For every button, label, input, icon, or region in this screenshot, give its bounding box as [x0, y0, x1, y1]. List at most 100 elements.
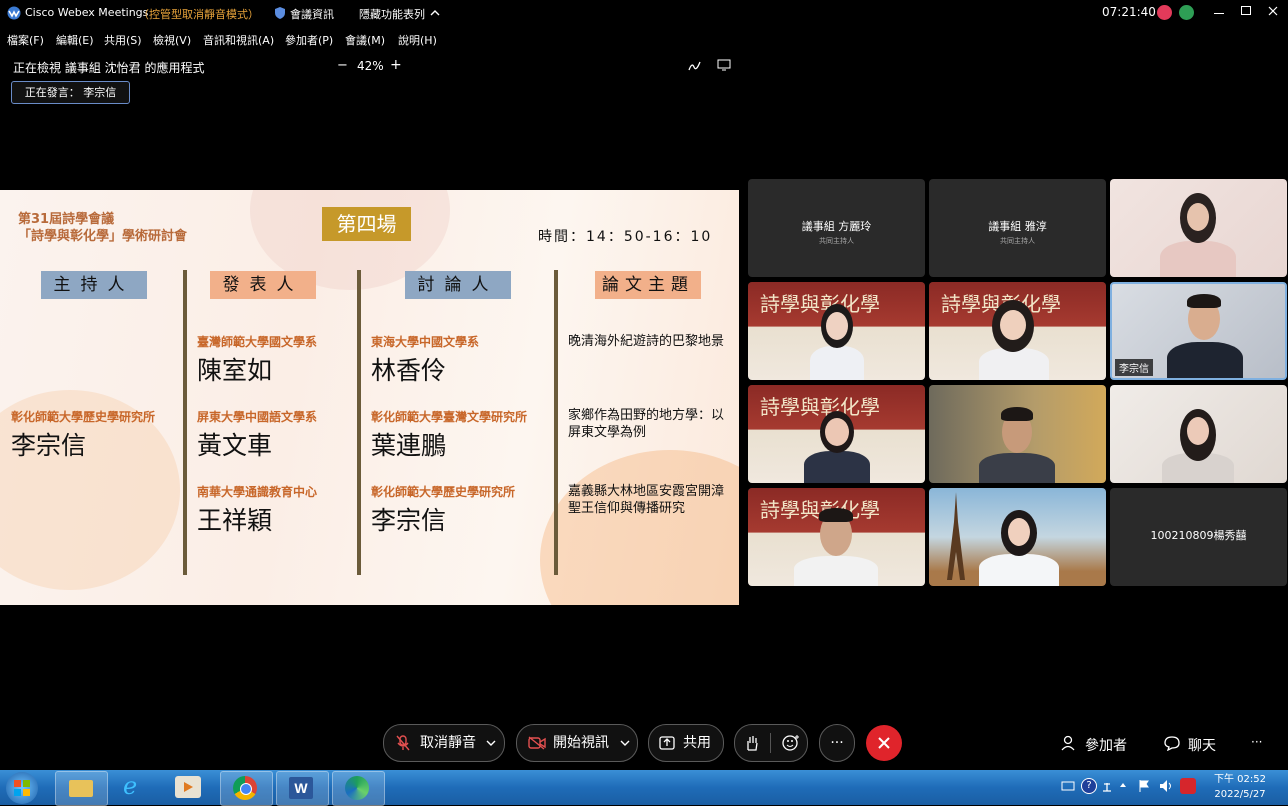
title-bar: Cisco Webex Meetings （控管型取消靜音模式） 會議資訊 隱藏…	[0, 0, 1288, 26]
menu-edit[interactable]: 編輯(E)	[56, 32, 94, 48]
overflow-menu-button[interactable]: ···	[1251, 735, 1262, 749]
zoom-out-button[interactable]: −	[337, 58, 348, 73]
person-figure	[825, 418, 849, 446]
screen-icon[interactable]	[717, 59, 731, 71]
participant-video-tile[interactable]: 詩學與彰化學	[748, 385, 925, 483]
app-name: Cisco Webex Meetings	[25, 6, 149, 19]
chevron-up-icon[interactable]	[430, 9, 440, 16]
header-topic: 論文主題	[595, 271, 701, 299]
participant-video-tile[interactable]	[929, 488, 1106, 586]
zoom-level: 42%	[357, 59, 384, 73]
participants-icon[interactable]	[1061, 735, 1077, 751]
menu-file[interactable]: 檔案(F)	[7, 32, 44, 48]
person-figure	[1167, 342, 1243, 378]
presenter-affiliation: 臺灣師範大學國文學系	[197, 335, 318, 349]
network-health-icon[interactable]	[1179, 5, 1194, 20]
word-icon[interactable]: W	[276, 771, 329, 806]
participants-button[interactable]: 參加者	[1085, 735, 1127, 755]
network-tray-icon[interactable]	[1101, 779, 1113, 793]
discussant-name: 林香伶	[371, 356, 447, 385]
menu-help[interactable]: 說明(H)	[398, 32, 437, 48]
viewing-label: 正在檢視 議事組 沈怡君 的應用程式	[13, 61, 205, 75]
start-video-button[interactable]: 開始視訊	[516, 724, 638, 762]
person-figure	[979, 453, 1055, 483]
raise-hand-icon[interactable]	[745, 735, 759, 751]
column-divider	[183, 270, 187, 575]
person-figure	[819, 508, 853, 522]
active-speaker-tile[interactable]: 李宗信	[1110, 282, 1287, 380]
participant-video-tile[interactable]: 詩學與彰化學	[929, 282, 1106, 380]
chrome-icon[interactable]	[220, 771, 273, 806]
session-time: 時間：14：50-16：10	[538, 229, 713, 245]
menu-participant[interactable]: 參加者(P)	[285, 32, 333, 48]
menu-view[interactable]: 檢視(V)	[153, 32, 191, 48]
menu-bar: 檔案(F) 編輯(E) 共用(S) 檢視(V) 音訊和視訊(A) 參加者(P) …	[0, 26, 1288, 52]
presenter-affiliation: 屏東大學中國語文學系	[197, 410, 318, 424]
volume-icon[interactable]	[1159, 779, 1173, 793]
header-discussant: 討論人	[405, 271, 511, 299]
participant-tile[interactable]: 100210809楊秀囍	[1110, 488, 1287, 586]
file-explorer-icon[interactable]	[55, 771, 108, 806]
taskbar-time: 下午 02:52	[1214, 774, 1266, 785]
participant-video-tile[interactable]: 詩學與彰化學	[748, 488, 925, 586]
discussant-affiliation: 彰化師範大學歷史學研究所	[371, 485, 516, 499]
hide-menu-button[interactable]: 隱藏功能表列	[359, 6, 425, 22]
chevron-down-icon[interactable]	[620, 740, 630, 747]
session-badge: 第四場	[322, 207, 411, 241]
flag-tray-icon[interactable]	[1138, 779, 1150, 793]
recording-icon[interactable]	[1157, 5, 1172, 20]
help-tray-icon[interactable]: ?	[1081, 778, 1097, 794]
meeting-info-button[interactable]: 會議資訊	[290, 6, 334, 22]
participant-video-tile[interactable]: 詩學與彰化學	[748, 282, 925, 380]
minimize-icon[interactable]	[1214, 5, 1224, 14]
start-button[interactable]	[6, 772, 38, 804]
participant-video-tile[interactable]	[929, 385, 1106, 483]
webex-taskbar-icon[interactable]	[332, 771, 385, 806]
keyboard-tray-icon[interactable]	[1061, 780, 1075, 792]
taskbar-clock[interactable]: 下午 02:52 2022/5/27	[1205, 772, 1275, 802]
internet-explorer-icon[interactable]: e	[118, 772, 148, 802]
menu-audio-video[interactable]: 音訊和視訊(A)	[203, 32, 274, 48]
discussant-name: 葉連鵬	[371, 431, 447, 460]
paper-topic: 嘉義縣大林地區安霞宮開漳聖王信仰與傳播研究	[568, 484, 725, 516]
start-video-label: 開始視訊	[553, 735, 609, 751]
header-host: 主持人	[41, 271, 147, 299]
antivirus-tray-icon[interactable]	[1180, 778, 1196, 794]
shared-slide: 第31屆詩學會議 「詩學與彰化學」學術研討會 第四場 時間：14：50-16：1…	[0, 190, 739, 605]
participant-tile[interactable]: 議事組 雅淳 共同主持人	[929, 179, 1106, 277]
participant-tile[interactable]: 議事組 方麗玲 共同主持人	[748, 179, 925, 277]
presenter-name: 黃文車	[197, 431, 273, 460]
host-name: 李宗信	[11, 431, 87, 460]
person-figure	[1187, 417, 1209, 445]
more-options-button[interactable]: ···	[819, 724, 855, 762]
menu-meeting[interactable]: 會議(M)	[345, 32, 385, 48]
emoji-reaction-icon[interactable]	[782, 734, 800, 752]
share-icon	[659, 736, 675, 750]
person-figure	[979, 554, 1059, 586]
end-meeting-button[interactable]	[866, 725, 902, 761]
media-player-icon[interactable]	[175, 776, 201, 798]
close-icon[interactable]	[1268, 6, 1278, 16]
paper-topic: 晚清海外紀遊詩的巴黎地景	[568, 334, 725, 349]
participant-role: 共同主持人	[1000, 237, 1035, 245]
zoom-in-button[interactable]: +	[390, 57, 402, 73]
decor-blob	[540, 450, 739, 605]
mic-muted-icon	[396, 735, 410, 751]
presenter-name: 王祥穎	[197, 506, 273, 535]
participant-role: 共同主持人	[819, 237, 854, 245]
chevron-down-icon[interactable]	[486, 740, 496, 747]
restore-icon[interactable]	[1241, 6, 1251, 15]
menu-share[interactable]: 共用(S)	[104, 32, 142, 48]
annotate-icon[interactable]	[688, 60, 702, 72]
participant-name-chip: 李宗信	[1115, 359, 1153, 376]
participant-name: 100210809楊秀囍	[1150, 529, 1247, 542]
participant-video-tile[interactable]	[1110, 179, 1287, 277]
unmute-button[interactable]: 取消靜音	[383, 724, 505, 762]
chevron-up-icon[interactable]	[1119, 782, 1127, 788]
banner-text: 詩學與彰化學	[760, 292, 880, 316]
chat-icon[interactable]	[1164, 735, 1180, 751]
header-presenter: 發表人	[210, 271, 316, 299]
share-button[interactable]: 共用	[648, 724, 724, 762]
chat-button[interactable]: 聊天	[1188, 735, 1216, 755]
participant-video-tile[interactable]	[1110, 385, 1287, 483]
